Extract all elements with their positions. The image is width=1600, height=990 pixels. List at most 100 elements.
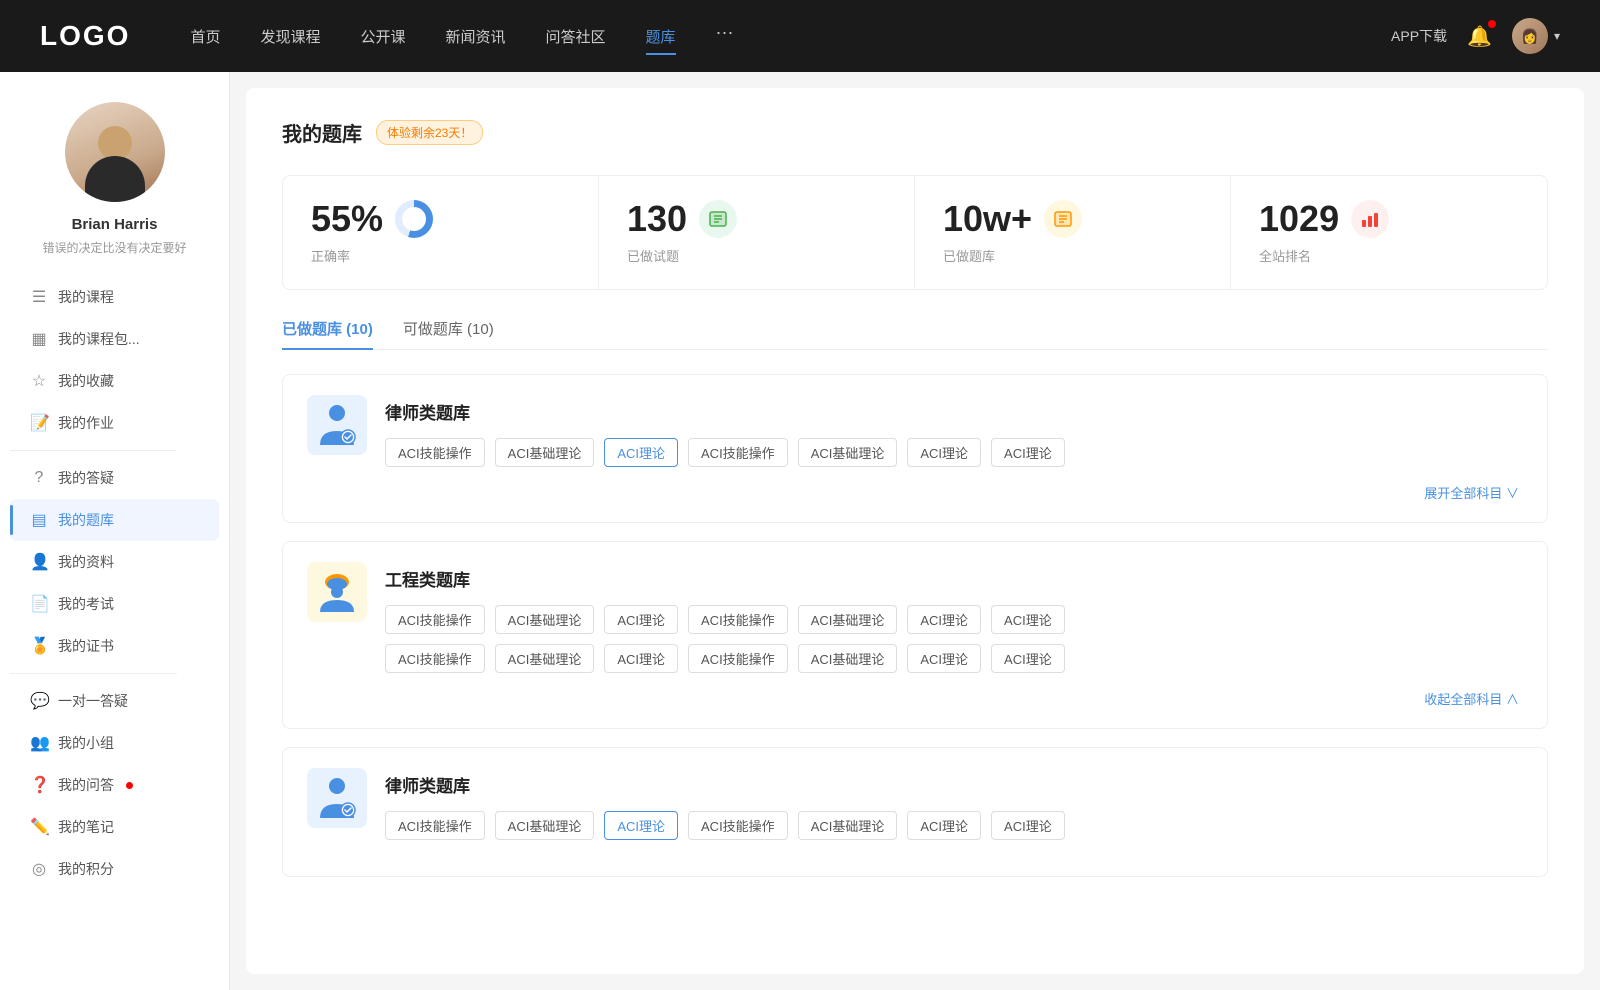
sidebar-item-qa[interactable]: ? 我的答疑 bbox=[10, 457, 219, 499]
qbank-lawyer-1: 律师类题库 ACI技能操作 ACI基础理论 ACI理论 ACI技能操作 ACI基… bbox=[282, 374, 1548, 523]
tab-done-banks[interactable]: 已做题库 (10) bbox=[282, 318, 373, 349]
sidebar-item-question-bank[interactable]: ▤ 我的题库 bbox=[10, 499, 219, 541]
tag-3-6[interactable]: ACI理论 bbox=[991, 811, 1065, 840]
sidebar-item-homework[interactable]: 📝 我的作业 bbox=[10, 402, 219, 444]
notification-bell[interactable]: 🔔 bbox=[1467, 24, 1492, 49]
exam-icon: 📄 bbox=[30, 594, 48, 614]
list-yellow-icon bbox=[1052, 208, 1074, 230]
sidebar-item-exam[interactable]: 📄 我的考试 bbox=[10, 583, 219, 625]
stat-label-rank: 全站排名 bbox=[1259, 246, 1519, 265]
sidebar-item-groups[interactable]: 👥 我的小组 bbox=[10, 722, 219, 764]
stats-row: 55% 正确率 130 bbox=[282, 175, 1548, 290]
tag-1-3[interactable]: ACI技能操作 bbox=[688, 438, 788, 467]
profile-motto: 错误的决定比没有决定要好 bbox=[32, 239, 196, 256]
tag-2-1[interactable]: ACI基础理论 bbox=[495, 605, 595, 634]
sidebar-item-points[interactable]: ◎ 我的积分 bbox=[10, 848, 219, 890]
menu-label: 我的考试 bbox=[58, 594, 114, 614]
stat-value-accuracy: 55% bbox=[311, 201, 383, 237]
certificate-icon: 🏅 bbox=[30, 636, 48, 656]
sidebar-item-notes[interactable]: ✏️ 我的笔记 bbox=[10, 806, 219, 848]
tag-2-6[interactable]: ACI理论 bbox=[991, 605, 1065, 634]
stat-value-rank: 1029 bbox=[1259, 201, 1339, 237]
tag-3-1[interactable]: ACI基础理论 bbox=[495, 811, 595, 840]
chevron-down-icon: ▾ bbox=[1554, 29, 1560, 43]
qbank-header-3: 律师类题库 ACI技能操作 ACI基础理论 ACI理论 ACI技能操作 ACI基… bbox=[307, 768, 1523, 840]
collapse-link-2[interactable]: 收起全部科目 ∧ bbox=[307, 689, 1523, 708]
avatar-head bbox=[98, 126, 132, 160]
engineer-icon bbox=[316, 568, 358, 616]
tag-1-2[interactable]: ACI理论 bbox=[604, 438, 678, 467]
menu-label: 我的小组 bbox=[58, 733, 114, 753]
nav-open-course[interactable]: 公开课 bbox=[360, 22, 405, 51]
tutoring-icon: 💬 bbox=[30, 691, 48, 711]
tag-2-3[interactable]: ACI技能操作 bbox=[688, 605, 788, 634]
tag-1-0[interactable]: ACI技能操作 bbox=[385, 438, 485, 467]
sidebar-item-questions[interactable]: ❓ 我的问答 bbox=[10, 764, 219, 806]
stat-top-3: 10w+ bbox=[943, 200, 1202, 238]
stat-accuracy: 55% 正确率 bbox=[283, 176, 599, 289]
menu-label: 我的作业 bbox=[58, 413, 114, 433]
tag-3-3[interactable]: ACI技能操作 bbox=[688, 811, 788, 840]
nav-more[interactable]: ··· bbox=[716, 22, 734, 51]
expand-link-1[interactable]: 展开全部科目 ∨ bbox=[307, 483, 1523, 502]
menu-label: 我的收藏 bbox=[58, 371, 114, 391]
stat-icon-rank bbox=[1351, 200, 1389, 238]
tag-2-5[interactable]: ACI理论 bbox=[907, 605, 981, 634]
tag-2b-3[interactable]: ACI技能操作 bbox=[688, 644, 788, 673]
sidebar-item-profile[interactable]: 👤 我的资料 bbox=[10, 541, 219, 583]
tag-1-6[interactable]: ACI理论 bbox=[991, 438, 1065, 467]
sidebar: Brian Harris 错误的决定比没有决定要好 ☰ 我的课程 ▦ 我的课程包… bbox=[0, 72, 230, 990]
tag-3-5[interactable]: ACI理论 bbox=[907, 811, 981, 840]
nav-news[interactable]: 新闻资讯 bbox=[446, 22, 506, 51]
tag-3-0[interactable]: ACI技能操作 bbox=[385, 811, 485, 840]
qbank-icon: ▤ bbox=[30, 510, 48, 530]
packages-icon: ▦ bbox=[30, 329, 48, 349]
tag-2b-4[interactable]: ACI基础理论 bbox=[798, 644, 898, 673]
unread-dot bbox=[126, 782, 133, 789]
stat-questions-done: 130 已做试题 bbox=[599, 176, 915, 289]
avatar: 👩 bbox=[1512, 18, 1548, 54]
tag-3-4[interactable]: ACI基础理论 bbox=[798, 811, 898, 840]
profile-name: Brian Harris bbox=[72, 216, 158, 233]
stat-rank: 1029 全站排名 bbox=[1231, 176, 1547, 289]
app-download-button[interactable]: APP下载 bbox=[1391, 26, 1447, 46]
tag-1-4[interactable]: ACI基础理论 bbox=[798, 438, 898, 467]
tag-2b-2[interactable]: ACI理论 bbox=[604, 644, 678, 673]
qbank-title-3: 律师类题库 bbox=[385, 768, 1523, 797]
tags-row-3: ACI技能操作 ACI基础理论 ACI理论 ACI技能操作 ACI基础理论 AC… bbox=[385, 811, 1523, 840]
sidebar-item-my-courses[interactable]: ☰ 我的课程 bbox=[10, 276, 219, 318]
points-icon: ◎ bbox=[30, 859, 48, 879]
tag-2b-6[interactable]: ACI理论 bbox=[991, 644, 1065, 673]
notes-icon: ✏️ bbox=[30, 817, 48, 837]
tag-1-1[interactable]: ACI基础理论 bbox=[495, 438, 595, 467]
qbank-header-2: 工程类题库 ACI技能操作 ACI基础理论 ACI理论 ACI技能操作 ACI基… bbox=[307, 562, 1523, 673]
tag-2b-1[interactable]: ACI基础理论 bbox=[495, 644, 595, 673]
tag-2b-0[interactable]: ACI技能操作 bbox=[385, 644, 485, 673]
stat-top: 55% bbox=[311, 200, 570, 238]
sidebar-item-course-packages[interactable]: ▦ 我的课程包... bbox=[10, 318, 219, 360]
tag-2-4[interactable]: ACI基础理论 bbox=[798, 605, 898, 634]
qa-icon: ? bbox=[30, 469, 48, 487]
stat-top-2: 130 bbox=[627, 200, 886, 238]
qbank-engineer: 工程类题库 ACI技能操作 ACI基础理论 ACI理论 ACI技能操作 ACI基… bbox=[282, 541, 1548, 729]
tag-2-0[interactable]: ACI技能操作 bbox=[385, 605, 485, 634]
nav-question-bank[interactable]: 题库 bbox=[646, 22, 676, 51]
sidebar-divider-2 bbox=[10, 673, 177, 674]
tag-2b-5[interactable]: ACI理论 bbox=[907, 644, 981, 673]
qbank-lawyer-2: 律师类题库 ACI技能操作 ACI基础理论 ACI理论 ACI技能操作 ACI基… bbox=[282, 747, 1548, 877]
stat-value-banks: 10w+ bbox=[943, 201, 1032, 237]
tag-3-2[interactable]: ACI理论 bbox=[604, 811, 678, 840]
user-avatar-menu[interactable]: 👩 ▾ bbox=[1512, 18, 1560, 54]
nav-qa[interactable]: 问答社区 bbox=[546, 22, 606, 51]
sidebar-item-tutoring[interactable]: 💬 一对一答疑 bbox=[10, 680, 219, 722]
tag-2-2[interactable]: ACI理论 bbox=[604, 605, 678, 634]
nav-discover[interactable]: 发现课程 bbox=[260, 22, 320, 51]
tag-1-5[interactable]: ACI理论 bbox=[907, 438, 981, 467]
tab-available-banks[interactable]: 可做题库 (10) bbox=[403, 318, 494, 349]
sidebar-item-favorites[interactable]: ☆ 我的收藏 bbox=[10, 360, 219, 402]
stat-banks-done: 10w+ 已做题库 bbox=[915, 176, 1231, 289]
sidebar-item-certificate[interactable]: 🏅 我的证书 bbox=[10, 625, 219, 667]
stat-label-banks: 已做题库 bbox=[943, 246, 1202, 265]
qbank-content-3: 律师类题库 ACI技能操作 ACI基础理论 ACI理论 ACI技能操作 ACI基… bbox=[385, 768, 1523, 840]
nav-home[interactable]: 首页 bbox=[190, 22, 220, 51]
